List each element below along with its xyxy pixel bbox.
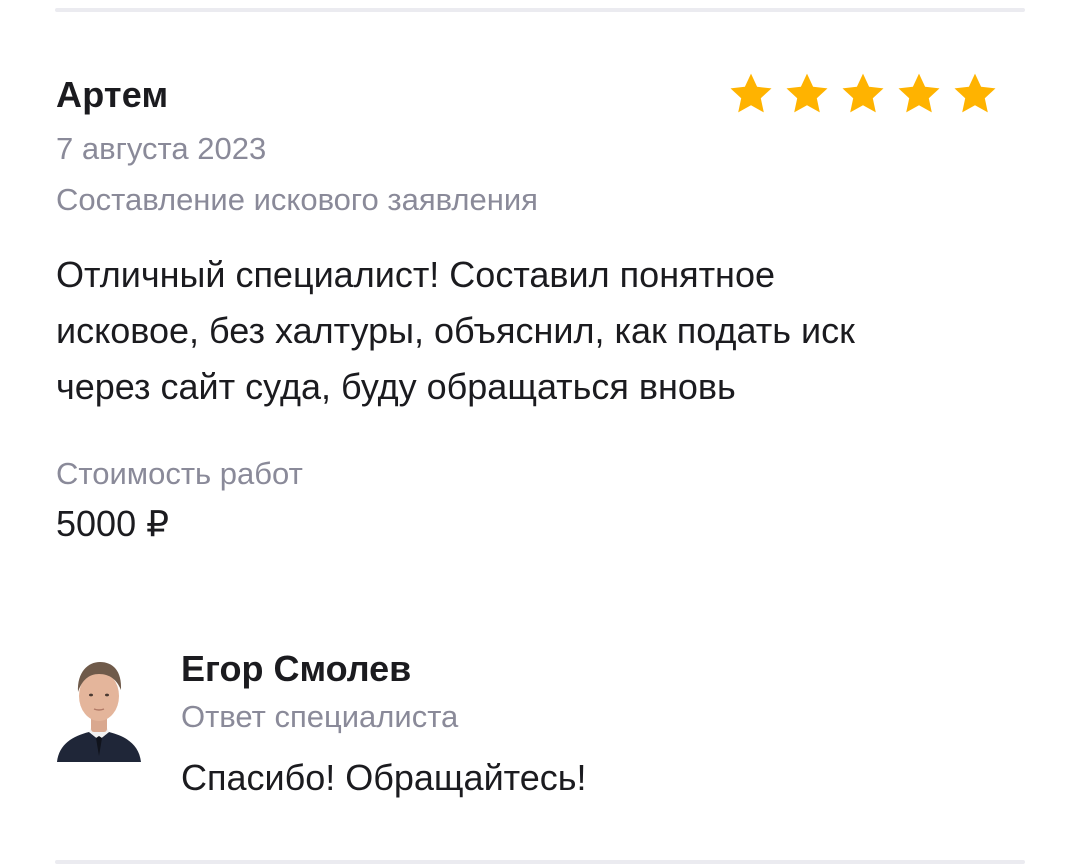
review-date: 7 августа 2023 — [56, 131, 267, 166]
review-card: Артем 7 августа 2023 Составление исковог… — [0, 0, 1080, 866]
top-divider — [55, 8, 1025, 12]
review-author-name: Артем — [56, 74, 169, 115]
service-name: Составление искового заявления — [56, 182, 538, 217]
star-icon — [730, 73, 772, 113]
star-icon — [786, 73, 828, 113]
review-text: Отличный специалист! Составил понятное и… — [56, 254, 855, 407]
cost-label: Стоимость работ — [56, 456, 303, 491]
specialist-avatar — [55, 648, 143, 762]
bottom-divider — [55, 860, 1025, 864]
specialist-reply-label: Ответ специалиста — [181, 699, 459, 734]
star-icon — [898, 73, 940, 113]
star-icon — [954, 73, 996, 113]
star-icon — [842, 73, 884, 113]
specialist-reply-text: Спасибо! Обращайтесь! — [181, 757, 587, 798]
rating-stars — [725, 70, 1001, 118]
cost-value: 5000 ₽ — [56, 503, 169, 544]
specialist-name: Егор Смолев — [181, 648, 412, 689]
